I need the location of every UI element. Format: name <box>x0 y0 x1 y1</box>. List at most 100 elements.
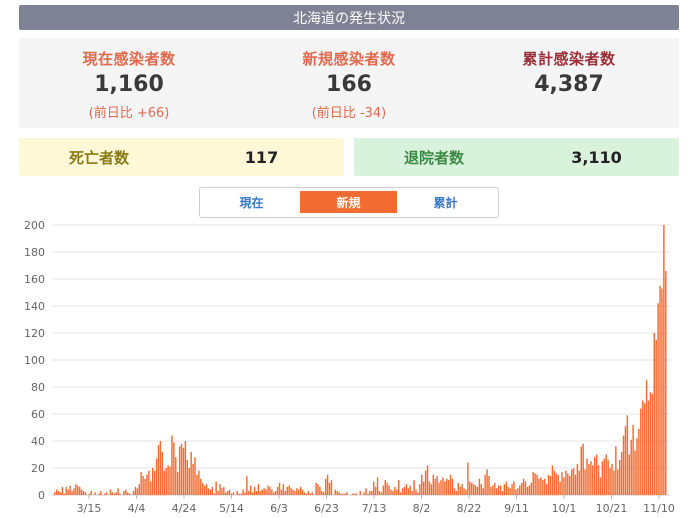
bar <box>77 485 79 495</box>
bar <box>236 490 238 495</box>
bar <box>153 470 156 495</box>
bar <box>578 470 581 495</box>
bar <box>198 470 200 495</box>
bar <box>642 400 644 495</box>
bar <box>536 474 538 495</box>
bar <box>80 489 83 495</box>
x-tick-label: 10/1 <box>552 502 577 515</box>
bar <box>620 451 623 495</box>
bar <box>447 480 450 495</box>
bar <box>144 478 146 495</box>
bar <box>123 490 125 495</box>
bar <box>653 333 655 495</box>
bar <box>576 463 579 495</box>
bar <box>200 478 202 495</box>
bar <box>265 489 267 495</box>
bar <box>519 485 521 495</box>
bar <box>211 486 214 495</box>
bar <box>125 489 127 495</box>
bar <box>353 493 356 495</box>
bar <box>407 488 410 495</box>
bar <box>405 484 408 495</box>
bar <box>301 489 304 495</box>
bar <box>150 481 152 495</box>
bar <box>317 484 319 495</box>
y-tick-label: 20 <box>31 462 45 475</box>
bar <box>561 472 563 495</box>
x-tick-label: 8/2 <box>413 502 431 515</box>
bar <box>248 490 250 495</box>
bar <box>559 481 561 495</box>
bar <box>409 485 411 495</box>
bar <box>568 476 571 495</box>
bar <box>472 484 475 495</box>
bar <box>263 488 265 495</box>
y-tick-label: 100 <box>24 354 45 367</box>
bar <box>244 492 246 495</box>
bar <box>180 443 183 495</box>
y-tick-label: 160 <box>24 273 45 286</box>
bar <box>84 492 87 495</box>
bar <box>403 486 406 495</box>
x-tick-label: 8/22 <box>457 502 482 515</box>
bar <box>599 477 602 495</box>
bar <box>186 459 189 495</box>
bar <box>540 477 542 495</box>
bar <box>421 474 423 495</box>
bar <box>615 446 617 495</box>
bar <box>163 470 165 495</box>
bar <box>61 486 64 495</box>
bar <box>128 493 131 495</box>
bar <box>219 484 221 495</box>
x-tick-label: 7/13 <box>362 502 387 515</box>
bar <box>428 481 431 495</box>
bar <box>167 465 169 495</box>
bar <box>555 473 557 495</box>
bar <box>207 488 210 495</box>
bar <box>563 477 565 495</box>
bar <box>601 461 604 495</box>
bar <box>127 492 129 495</box>
bar <box>82 490 85 495</box>
bar <box>511 484 513 495</box>
bar <box>136 488 139 495</box>
bar <box>253 486 256 495</box>
bar <box>344 493 346 495</box>
bar <box>148 470 150 495</box>
bar <box>250 485 252 495</box>
bar <box>617 469 619 495</box>
bar <box>449 474 452 495</box>
bar <box>663 225 665 495</box>
bar <box>386 482 388 495</box>
bar <box>255 490 258 495</box>
bar <box>557 474 559 495</box>
bar <box>484 474 486 495</box>
bar <box>595 454 598 495</box>
bar <box>371 490 373 495</box>
bar <box>274 490 277 495</box>
bar <box>173 442 175 495</box>
bar <box>592 465 594 495</box>
bar <box>478 478 481 495</box>
bar <box>278 482 281 495</box>
bar <box>505 481 508 495</box>
bar <box>184 441 187 495</box>
bar <box>299 486 302 495</box>
y-tick-label: 40 <box>31 435 45 448</box>
bar <box>359 490 361 495</box>
x-tick-label: 4/4 <box>128 502 146 515</box>
bar <box>384 480 386 495</box>
bar <box>495 488 498 495</box>
bar <box>290 488 292 495</box>
bar <box>430 484 433 495</box>
bar <box>319 486 321 495</box>
bar <box>465 489 467 495</box>
bar <box>340 493 342 495</box>
bar <box>597 465 600 495</box>
bar <box>534 473 536 495</box>
bar <box>463 488 465 495</box>
bar <box>209 489 212 495</box>
bar <box>613 470 615 495</box>
bar <box>176 472 179 495</box>
bar <box>292 489 294 495</box>
